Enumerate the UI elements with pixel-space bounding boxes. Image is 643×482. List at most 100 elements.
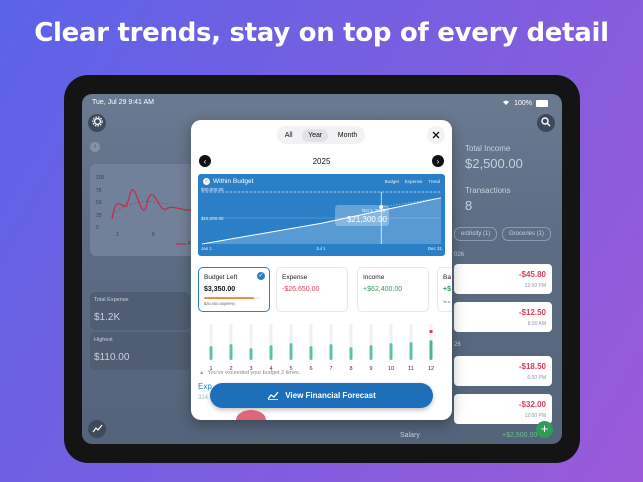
month-label: 6 bbox=[309, 366, 312, 372]
total-expense-card[interactable]: Total Expense $1.2K bbox=[90, 292, 190, 330]
pie-peek bbox=[236, 410, 266, 420]
status-time: Tue, Jul 29 9:41 AM bbox=[92, 99, 154, 106]
chip-electricity[interactable]: ectricity (1) bbox=[454, 227, 498, 241]
transaction-row[interactable]: -$45.80 12:00 PM bbox=[454, 264, 552, 294]
date-header: 026 bbox=[454, 252, 465, 258]
month-bar bbox=[369, 345, 373, 360]
month-bar bbox=[249, 348, 253, 360]
month-bar bbox=[269, 345, 273, 360]
month-bar bbox=[229, 344, 233, 360]
transaction-time: 8:00 AM bbox=[527, 321, 546, 327]
background-chart-y-ticks: 100 75 50 25 0 bbox=[96, 175, 105, 231]
tab-all[interactable]: All bbox=[279, 129, 299, 142]
month-bar bbox=[289, 343, 293, 360]
month-label: 9 bbox=[369, 366, 372, 372]
chart-tooltip: Oct 1, 2025 $21,300.00 bbox=[335, 205, 389, 226]
transaction-time: 6:00 PM bbox=[527, 375, 546, 381]
back-chevron-icon[interactable]: ‹ bbox=[90, 142, 100, 152]
add-button[interactable]: + bbox=[536, 421, 553, 438]
balance-sub: % o bbox=[443, 299, 450, 304]
budget-left-value: $3,350.00 bbox=[204, 286, 236, 293]
total-income-label: Total Income bbox=[465, 144, 511, 153]
expense-card[interactable]: Expense -$26,650.00 bbox=[276, 267, 348, 312]
background-chart-card: 100 75 50 25 0 1 5 Feb bbox=[90, 164, 200, 256]
view-forecast-label: View Financial Forecast bbox=[285, 391, 376, 400]
transaction-time: 12:00 PM bbox=[524, 283, 546, 289]
transactions-value: 8 bbox=[465, 198, 473, 213]
transaction-time: 12:00 PM bbox=[524, 413, 546, 419]
wifi-icon bbox=[502, 99, 510, 107]
budget-chart[interactable]: ✓ Within Budget Budget Expense Trend $30… bbox=[198, 174, 445, 256]
budget-left-title: Budget Left bbox=[204, 274, 238, 281]
month-label: 11 bbox=[408, 366, 414, 372]
date-header: 26 bbox=[454, 342, 461, 348]
income-card[interactable]: Income +$62,400.00 bbox=[357, 267, 429, 312]
next-year-button[interactable]: › bbox=[432, 155, 444, 167]
chevron-right-icon: › bbox=[436, 156, 440, 166]
highest-value: $110.00 bbox=[94, 352, 130, 363]
year-label: 2025 bbox=[312, 157, 331, 166]
balance-value: +$ bbox=[443, 286, 451, 293]
x-tick-jan: Jan 1 bbox=[201, 246, 213, 251]
warning-text: You've exceeded your budget 2 times. bbox=[207, 370, 301, 376]
plus-icon: + bbox=[540, 421, 549, 436]
budget-warning: ▲ You've exceeded your budget 2 times. bbox=[199, 370, 300, 376]
chart-plot bbox=[201, 191, 442, 245]
search-button[interactable] bbox=[537, 114, 555, 132]
view-forecast-button[interactable]: View Financial Forecast bbox=[210, 383, 433, 408]
trends-button[interactable] bbox=[88, 420, 106, 438]
budget-left-card[interactable]: Budget Left ✓ $3,350.00 $30,000.00(89%) bbox=[198, 267, 270, 312]
y-tick-top: $30,000.00 bbox=[201, 187, 224, 192]
transaction-row[interactable]: -$12.50 8:00 AM bbox=[454, 302, 552, 332]
x-tick-jul: Jul 1 bbox=[316, 246, 326, 251]
chip-groceries[interactable]: Groceries (1) bbox=[502, 227, 552, 241]
month-label: 12 bbox=[428, 366, 434, 372]
balance-title: Ba bbox=[443, 274, 451, 281]
expense-area bbox=[202, 197, 441, 244]
balance-card[interactable]: Ba +$ % o bbox=[437, 267, 452, 312]
background-chart-x-tick: 1 bbox=[116, 232, 119, 238]
check-icon: ✓ bbox=[257, 272, 265, 280]
total-expense-value: $1.2K bbox=[94, 312, 121, 323]
month-bar-over bbox=[429, 330, 433, 333]
period-segmented-control: All Year Month bbox=[277, 126, 365, 144]
trend-chart-icon bbox=[92, 420, 103, 438]
salary-value: +$2,500.00 bbox=[502, 432, 538, 439]
transaction-amount: -$32.00 bbox=[518, 400, 546, 409]
budget-left-sub: $30,000.00(89%) bbox=[204, 301, 235, 306]
headline: Clear trends, stay on top of every detai… bbox=[34, 18, 609, 48]
tooltip-value: $21,300.00 bbox=[346, 215, 387, 224]
total-income-value: $2,500.00 bbox=[465, 156, 523, 171]
background-chart-x-tick: 5 bbox=[152, 232, 155, 238]
salary-label: Salary bbox=[400, 432, 420, 439]
warning-icon: ▲ bbox=[199, 370, 205, 376]
settings-button[interactable] bbox=[88, 114, 106, 132]
highest-card[interactable]: Highest $110.00 bbox=[90, 332, 190, 370]
battery-percent: 100% bbox=[514, 99, 532, 107]
monthly-bars[interactable]: 1 2 3 4 5 6 7 8 9 10 11 12 bbox=[201, 322, 441, 372]
battery-icon bbox=[536, 99, 548, 107]
expense-peek-sub: 324 bbox=[198, 395, 209, 401]
month-bar bbox=[329, 344, 333, 360]
close-button[interactable] bbox=[427, 126, 445, 144]
expense-peek-label: Exp bbox=[198, 382, 212, 391]
budget-progress-fill bbox=[204, 297, 254, 299]
highest-label: Highest bbox=[94, 337, 113, 343]
transaction-row[interactable]: -$32.00 12:00 PM bbox=[454, 394, 552, 424]
background-line-chart bbox=[111, 189, 195, 245]
expense-value: -$26,650.00 bbox=[282, 286, 320, 293]
month-bar bbox=[429, 340, 433, 360]
trend-chart-icon bbox=[267, 390, 279, 402]
transaction-row[interactable]: -$18.50 6:00 PM bbox=[454, 356, 552, 386]
close-icon bbox=[432, 126, 440, 144]
y-tick-mid: $15,000.00 bbox=[201, 216, 224, 221]
month-bar bbox=[349, 347, 353, 360]
tab-year[interactable]: Year bbox=[302, 128, 329, 142]
monthly-bars-plot: 1 2 3 4 5 6 7 8 9 10 11 12 bbox=[209, 324, 434, 372]
status-indicators: 100% bbox=[502, 99, 548, 107]
budget-modal: All Year Month ‹ 2025 › ✓ Within Budget … bbox=[191, 120, 452, 420]
transaction-amount: -$18.50 bbox=[518, 362, 546, 371]
tab-month[interactable]: Month bbox=[332, 129, 363, 142]
month-bar bbox=[409, 342, 413, 360]
month-bar bbox=[389, 343, 393, 360]
